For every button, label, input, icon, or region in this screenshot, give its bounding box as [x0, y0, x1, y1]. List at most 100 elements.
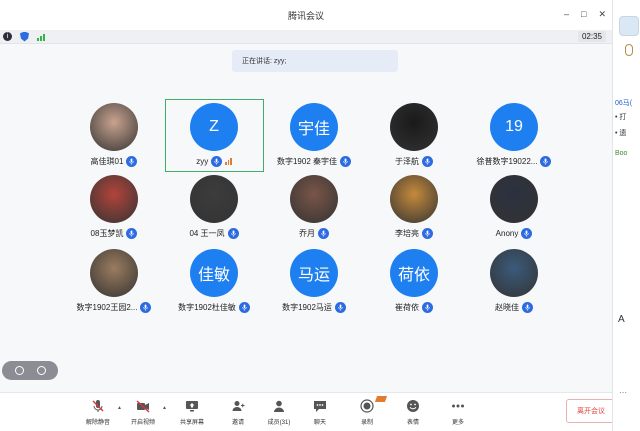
participant-avatar: 马运	[290, 249, 338, 297]
mic-status-icon	[318, 227, 329, 239]
participant-name: 李培亮	[395, 228, 419, 238]
side-mic-icon[interactable]	[625, 44, 633, 56]
record-button[interactable]: 录制	[347, 399, 387, 426]
avatar-text: 19	[505, 118, 523, 135]
smile-icon	[406, 399, 420, 413]
mic-status-icon	[334, 301, 346, 313]
participant-name-row: 徐普数字19022...	[477, 155, 552, 167]
floating-controls[interactable]	[2, 361, 58, 380]
info-icon[interactable]: i	[3, 32, 12, 41]
chat-button[interactable]: 聊天	[300, 399, 340, 426]
chat-icon	[313, 399, 327, 413]
font-size-button[interactable]: A	[618, 314, 625, 325]
side-avatar[interactable]	[619, 16, 639, 36]
participant-avatar: 荷依	[390, 249, 438, 297]
participant-avatar	[290, 175, 338, 223]
side-more-icon[interactable]: ⋯	[619, 388, 628, 397]
participant-tile[interactable]: 赵晓佳	[464, 249, 564, 319]
stop-dot-icon[interactable]	[36, 366, 46, 375]
side-chat-panel: 06马( • 打 • 遗 Boo A ⋯	[612, 0, 640, 431]
window-controls: – □ ✕	[564, 9, 606, 20]
video-label: 开启视频	[130, 420, 155, 426]
participant-name: 崔荷依	[395, 302, 419, 312]
members-button[interactable]: 成员(31)	[259, 399, 299, 426]
leave-meeting-button[interactable]: 离开会议	[566, 399, 616, 423]
video-options-caret-icon[interactable]: ▲	[162, 405, 167, 411]
participant-tile[interactable]: 08玉梦凯	[64, 175, 164, 245]
participant-name: Anony	[495, 228, 519, 238]
participant-tile[interactable]: 数字1902王园2...	[64, 249, 164, 319]
participant-name-row: 数字1902杜佳敏	[178, 301, 250, 313]
mic-off-icon	[91, 399, 105, 413]
participant-avatar	[190, 175, 238, 223]
participant-tile[interactable]: 于泽航	[364, 103, 464, 173]
participant-name-row: Anony	[496, 227, 533, 239]
mic-status-icon	[422, 301, 433, 313]
record-icon	[360, 399, 374, 413]
participant-avatar	[90, 249, 138, 297]
participant-name: 于泽航	[395, 156, 419, 166]
meeting-toolbar: 解除静音 ▲ 开启视频 ▲ 共享屏幕 邀请 成员(31) 聊天 录制 表情 更多	[0, 392, 612, 431]
avatar-text: 佳敏	[197, 267, 230, 284]
avatar-text: 马运	[297, 267, 330, 284]
mic-status-icon	[126, 227, 138, 239]
mic-status-icon	[522, 301, 533, 313]
shield-icon[interactable]	[20, 31, 29, 42]
reactions-button[interactable]: 表情	[393, 399, 433, 426]
invite-icon	[231, 399, 245, 413]
active-speaker-frame	[165, 99, 264, 172]
mic-status-icon	[126, 155, 138, 167]
mic-status-icon	[540, 155, 552, 167]
meeting-timer: 02:35	[577, 31, 606, 42]
participant-tile[interactable]: Anony	[464, 175, 564, 245]
participant-tile[interactable]: 宇佳数字1902 秦宇佳	[264, 103, 364, 173]
more-dots-icon	[451, 399, 465, 413]
more-label: 更多	[451, 420, 464, 426]
share-screen-button[interactable]: 共享屏幕	[172, 399, 212, 426]
mic-status-icon	[238, 301, 250, 313]
record-dot-icon[interactable]	[14, 366, 24, 375]
close-icon[interactable]: ✕	[598, 9, 606, 20]
participant-tile[interactable]: 高佳琪01	[64, 103, 164, 173]
status-bar: i 02:35	[0, 30, 612, 44]
mute-button[interactable]: 解除静音	[78, 399, 118, 426]
signal-icon[interactable]	[37, 33, 45, 41]
participant-name: 数字1902杜佳敏	[178, 302, 236, 312]
maximize-icon[interactable]: □	[581, 9, 586, 20]
members-icon	[272, 399, 286, 413]
participant-name: 数字1902 秦宇佳	[276, 156, 338, 166]
mic-status-icon	[340, 155, 352, 167]
participant-name-row: 于泽航	[395, 155, 433, 167]
video-button[interactable]: 开启视频	[123, 399, 163, 426]
mic-status-icon	[521, 227, 533, 239]
participant-tile[interactable]: 马运数字1902马运	[264, 249, 364, 319]
mute-options-caret-icon[interactable]: ▲	[117, 405, 122, 411]
avatar-text: 荷依	[397, 267, 430, 284]
participant-name: 数字1902马运	[282, 302, 332, 312]
share-label: 共享屏幕	[179, 420, 204, 426]
invite-button[interactable]: 邀请	[218, 399, 258, 426]
participant-name-row: 数字1902 秦宇佳	[276, 155, 352, 167]
chat-label: 聊天	[313, 420, 326, 426]
participant-tile[interactable]: 荷依 崔荷依	[364, 249, 464, 319]
participant-avatar: 宇佳	[290, 103, 338, 151]
participant-name: 08玉梦凯	[90, 228, 124, 238]
mic-status-icon	[422, 227, 433, 239]
participant-tile[interactable]: 19 徐普数字19022...	[464, 103, 564, 173]
participant-name-row: 04 王一凤	[189, 227, 239, 239]
avatar-text: 宇佳	[297, 121, 330, 138]
mic-status-icon	[227, 227, 239, 239]
more-button[interactable]: 更多	[438, 399, 478, 426]
participant-tile[interactable]: 04 王一凤	[164, 175, 264, 245]
participant-name: 高佳琪01	[90, 156, 124, 166]
participant-avatar: 佳敏	[190, 249, 238, 297]
participant-name-row: 李培亮	[395, 227, 433, 239]
side-text-2: • 打	[615, 114, 627, 121]
participant-tile[interactable]: 李培亮	[364, 175, 464, 245]
participant-avatar	[490, 175, 538, 223]
participant-tile[interactable]: 佳敏数字1902杜佳敏	[164, 249, 264, 319]
minimize-icon[interactable]: –	[564, 9, 569, 20]
participant-avatar	[390, 103, 438, 151]
members-label: 成员(31)	[267, 420, 291, 426]
participant-tile[interactable]: 乔月	[264, 175, 364, 245]
